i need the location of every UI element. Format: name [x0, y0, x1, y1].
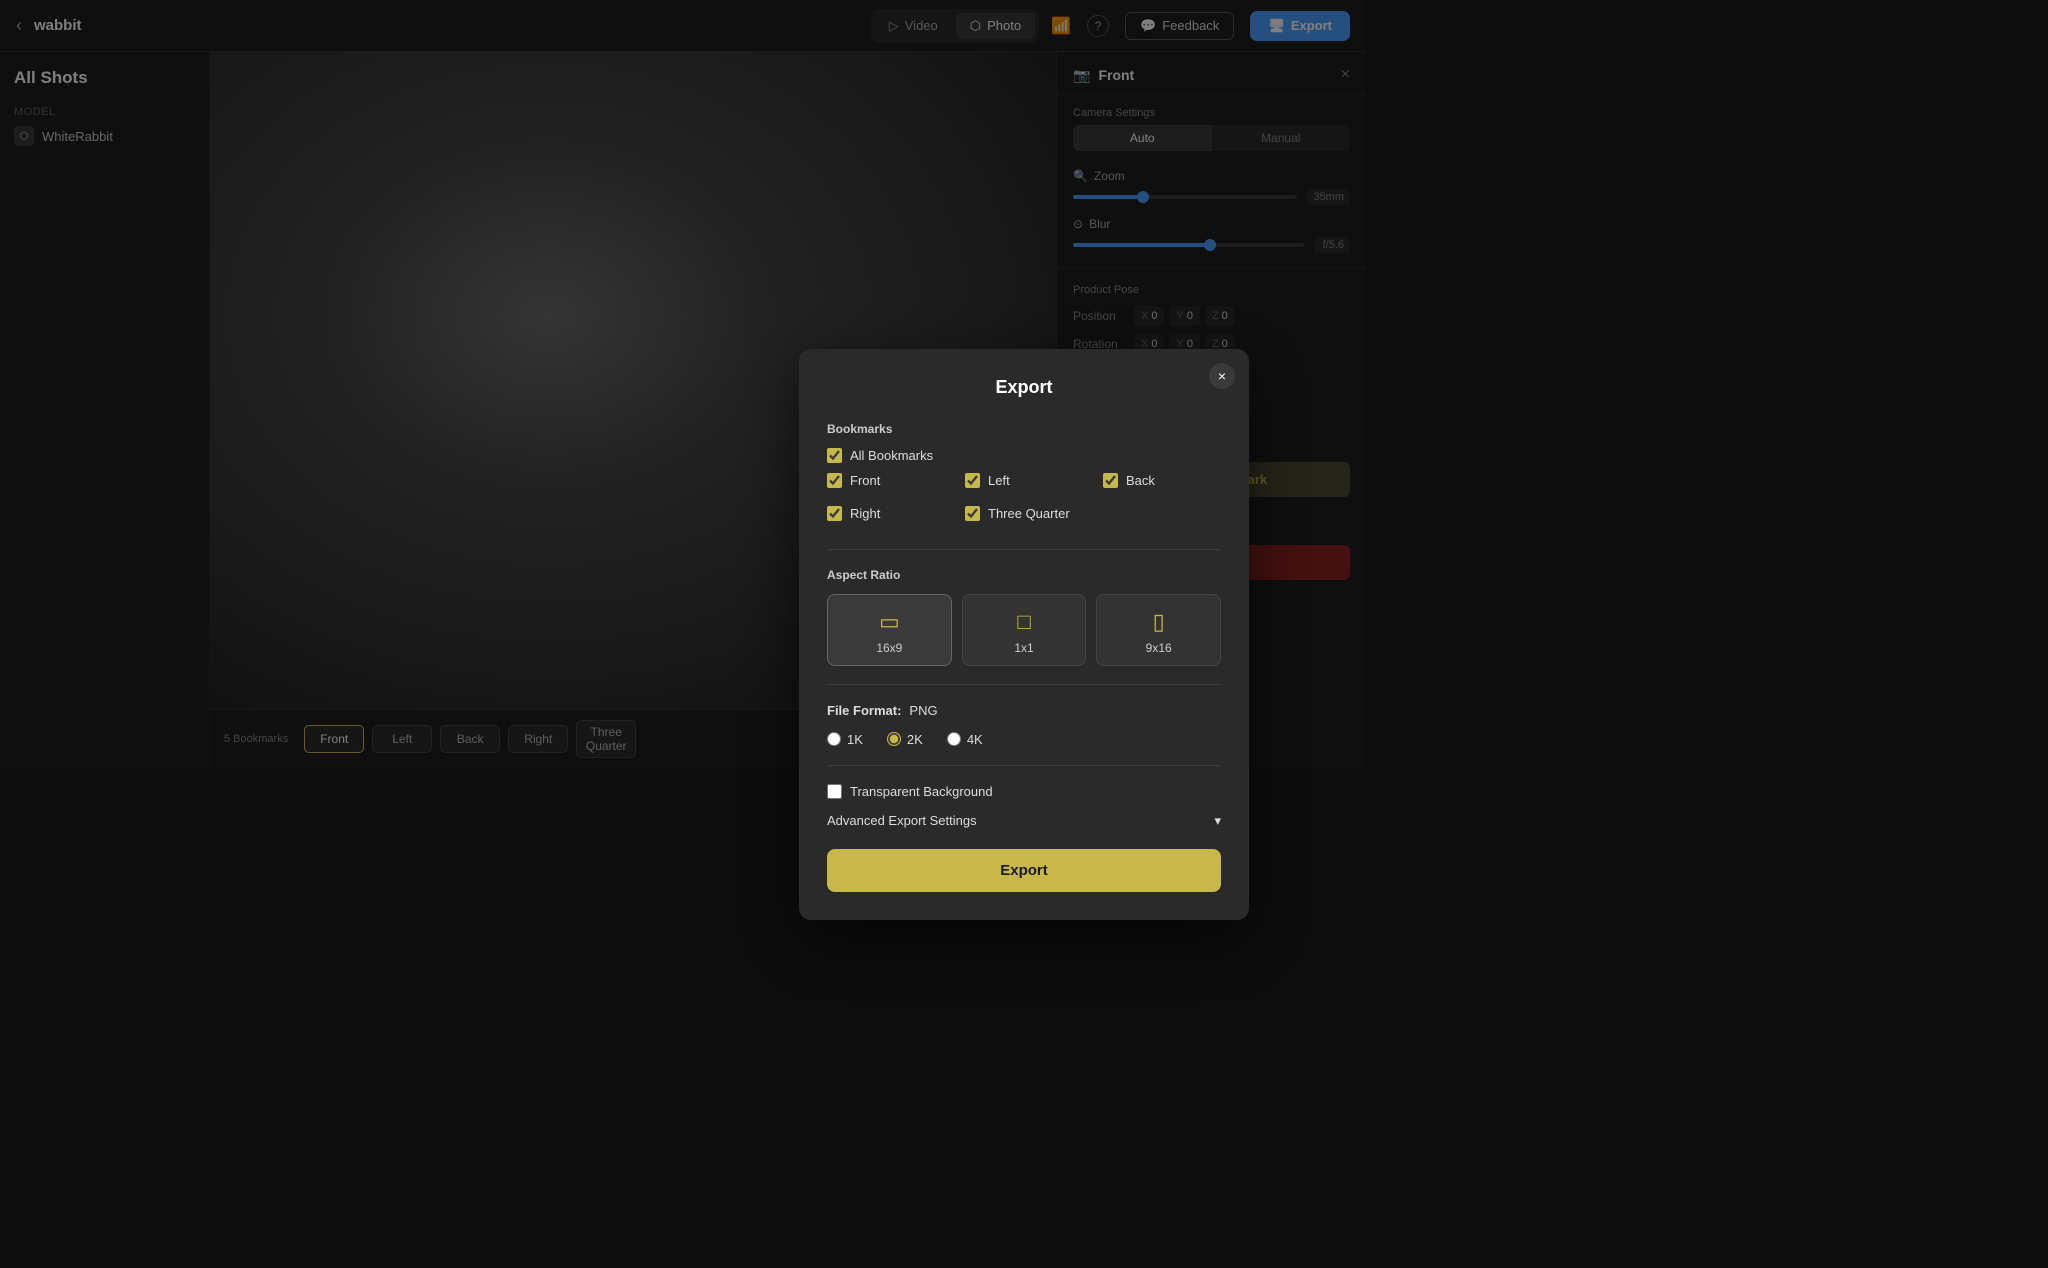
bookmark-front-checkbox[interactable] [827, 473, 842, 488]
aspect-1x1-label: 1x1 [1014, 641, 1033, 655]
file-format-row: File Format: PNG [827, 703, 1221, 718]
bookmark-three-quarter-row: Three Quarter [965, 506, 1083, 521]
transparent-bg-checkbox[interactable] [827, 784, 842, 799]
aspect-9x16-btn[interactable]: ▯ 9x16 [1096, 594, 1221, 666]
all-bookmarks-checkbox[interactable] [827, 448, 842, 463]
transparent-bg-label: Transparent Background [850, 784, 993, 799]
all-bookmarks-row: All Bookmarks [827, 448, 1221, 463]
resolution-1k-radio[interactable] [827, 732, 841, 746]
file-format-value: PNG [909, 703, 937, 718]
bookmark-back-checkbox[interactable] [1103, 473, 1118, 488]
bookmark-back-check-label: Back [1126, 473, 1155, 488]
resolution-row: 1K 2K 4K [827, 732, 1221, 747]
resolution-2k-label: 2K [907, 732, 923, 747]
aspect-options: ▭ 16x9 □ 1x1 ▯ 9x16 [827, 594, 1221, 666]
bookmark-right-row: Right [827, 506, 945, 521]
bookmarks-grid: Front Left Back Right Three Quarter [827, 473, 1221, 531]
bookmark-left-row: Left [965, 473, 1083, 488]
aspect-16x9-icon: ▭ [879, 609, 900, 635]
modal-close-button[interactable]: × [1209, 363, 1235, 389]
resolution-4k[interactable]: 4K [947, 732, 983, 747]
bookmark-right-checkbox[interactable] [827, 506, 842, 521]
bookmarks-section-label: Bookmarks [827, 422, 1221, 436]
advanced-settings-row[interactable]: Advanced Export Settings ▾ [827, 803, 1221, 839]
aspect-16x9-label: 16x9 [876, 641, 902, 655]
bookmark-back-row: Back [1103, 473, 1221, 488]
bookmark-front-row: Front [827, 473, 945, 488]
aspect-9x16-label: 9x16 [1146, 641, 1172, 655]
export-modal: × Export Bookmarks All Bookmarks Front L… [799, 349, 1249, 920]
advanced-label: Advanced Export Settings [827, 813, 977, 828]
transparent-bg-row: Transparent Background [827, 784, 1221, 799]
aspect-1x1-icon: □ [1017, 609, 1030, 635]
file-format-label: File Format: [827, 703, 901, 718]
resolution-4k-radio[interactable] [947, 732, 961, 746]
modal-title: Export [827, 377, 1221, 398]
all-bookmarks-label: All Bookmarks [850, 448, 933, 463]
aspect-ratio-label: Aspect Ratio [827, 568, 1221, 582]
aspect-16x9-btn[interactable]: ▭ 16x9 [827, 594, 952, 666]
bookmark-front-check-label: Front [850, 473, 880, 488]
aspect-1x1-btn[interactable]: □ 1x1 [962, 594, 1087, 666]
export-action-button[interactable]: Export [827, 849, 1221, 892]
bookmark-left-checkbox[interactable] [965, 473, 980, 488]
modal-overlay: × Export Bookmarks All Bookmarks Front L… [0, 0, 2048, 1268]
resolution-1k[interactable]: 1K [827, 732, 863, 747]
aspect-9x16-icon: ▯ [1153, 609, 1165, 635]
bookmark-left-check-label: Left [988, 473, 1010, 488]
bookmark-three-quarter-checkbox[interactable] [965, 506, 980, 521]
bookmark-right-check-label: Right [850, 506, 880, 521]
resolution-4k-label: 4K [967, 732, 983, 747]
chevron-down-icon: ▾ [1214, 813, 1221, 829]
bookmark-three-quarter-check-label: Three Quarter [988, 506, 1070, 521]
resolution-2k[interactable]: 2K [887, 732, 923, 747]
resolution-2k-radio[interactable] [887, 732, 901, 746]
resolution-1k-label: 1K [847, 732, 863, 747]
